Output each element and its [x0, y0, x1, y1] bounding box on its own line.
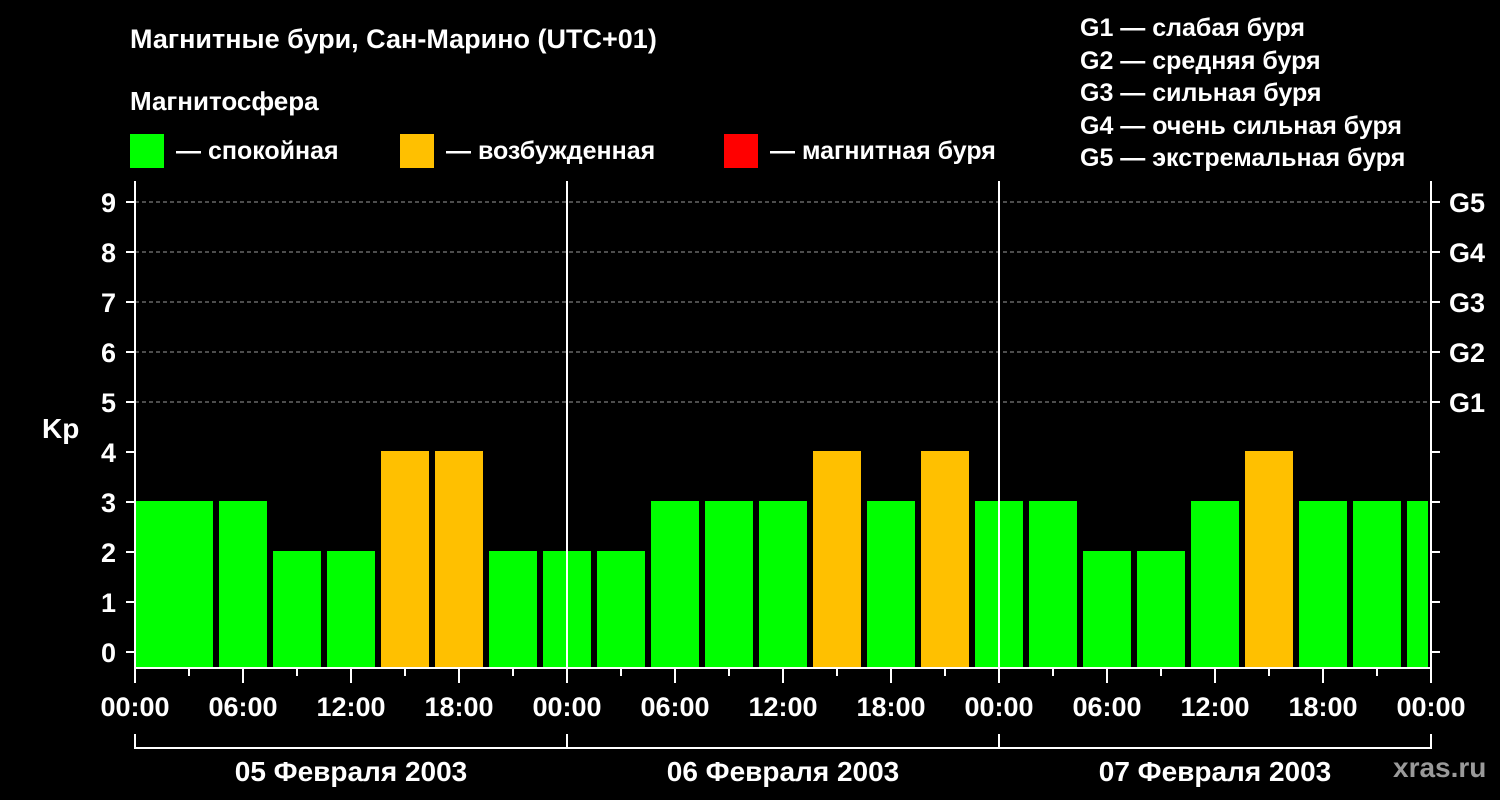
kp-bar [651, 501, 699, 668]
kp-index-chart: 0 1 2 3 4 5 6 7 8 9 G1 G2 G3 G4 G5 Kp 00:00 06:00 12:00 18:… [42, 181, 1485, 787]
x-tick-label: 18:00 [856, 692, 925, 722]
y-tick-label: 8 [101, 238, 116, 268]
kp-bar [1299, 501, 1347, 668]
watermark: xras.ru [1393, 752, 1487, 783]
x-tick-label: 18:00 [424, 692, 493, 722]
kp-bar [867, 501, 915, 668]
y-tick-label: 5 [101, 388, 116, 418]
x-tick-label: 06:00 [1072, 692, 1141, 722]
storm-level-label: G3 [1449, 288, 1485, 318]
storm-level-label: G1 [1449, 388, 1485, 418]
kp-bar [1191, 501, 1239, 668]
y-tick-label: 1 [101, 588, 116, 618]
storm-level-label: G4 [1449, 238, 1485, 268]
y-tick-label: 9 [101, 188, 116, 218]
kp-bar [813, 451, 861, 668]
kp-bar [1245, 451, 1293, 668]
kp-bar [165, 501, 213, 668]
kp-bar [921, 451, 969, 668]
x-tick-label: 12:00 [748, 692, 817, 722]
storm-level-label: G2 [1449, 338, 1485, 368]
kp-bar [705, 501, 753, 668]
kp-bar [1029, 501, 1077, 668]
x-tick-label: 06:00 [640, 692, 709, 722]
kp-bar [435, 451, 483, 668]
kp-bar [219, 501, 267, 668]
kp-bar [327, 551, 375, 668]
kp-bar [597, 551, 645, 668]
kp-bar [273, 551, 321, 668]
kp-bar [1407, 501, 1428, 668]
x-tick-label: 00:00 [532, 692, 601, 722]
x-tick-label: 00:00 [964, 692, 1033, 722]
y-tick-label: 2 [101, 538, 116, 568]
kp-bar [1353, 501, 1401, 668]
x-tick-label: 06:00 [208, 692, 277, 722]
day-label: 06 Февраля 2003 [667, 756, 899, 787]
x-tick-label: 12:00 [1180, 692, 1249, 722]
y-tick-label: 4 [101, 438, 116, 468]
y-tick-label: 0 [101, 638, 116, 668]
kp-bar [759, 501, 807, 668]
day-label: 07 Февраля 2003 [1099, 756, 1331, 787]
kp-bar [1083, 551, 1131, 668]
y-axis-label: Kp [42, 413, 79, 444]
y-tick-label: 3 [101, 488, 116, 518]
x-tick-label: 00:00 [1396, 692, 1465, 722]
kp-bar [381, 451, 429, 668]
y-tick-label: 6 [101, 338, 116, 368]
day-label: 05 Февраля 2003 [235, 756, 467, 787]
x-tick-label: 00:00 [100, 692, 169, 722]
kp-bar [489, 551, 537, 668]
x-tick-label: 18:00 [1288, 692, 1357, 722]
y-tick-label: 7 [101, 288, 116, 318]
x-tick-label: 12:00 [316, 692, 385, 722]
storm-level-label: G5 [1449, 188, 1485, 218]
kp-bar [1137, 551, 1185, 668]
